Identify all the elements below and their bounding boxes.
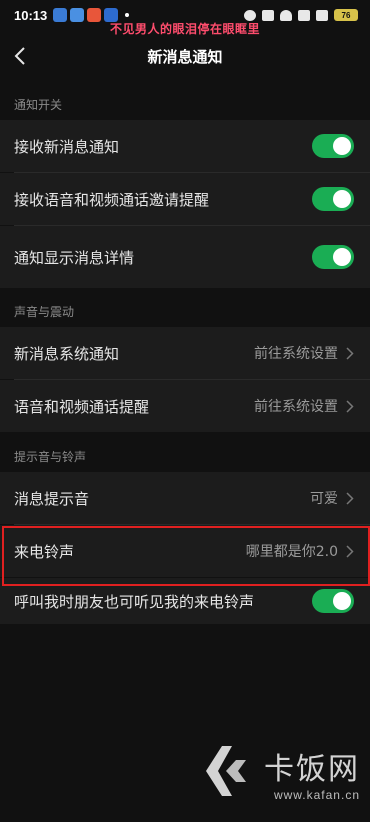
toggle-knob bbox=[333, 248, 351, 266]
overlay-caption: 不见男人的眼泪停在眼眶里 bbox=[109, 22, 260, 36]
watermark-url: www.kafan.cn bbox=[273, 788, 360, 802]
receive-new-message-toggle[interactable] bbox=[312, 134, 354, 158]
setting-row-new-message-system-notify[interactable]: 新消息系统通知 前往系统设置 bbox=[0, 327, 370, 379]
setting-value: 可爱 bbox=[310, 491, 338, 507]
more-notifications-dot-icon bbox=[125, 13, 130, 17]
setting-label: 通知显示消息详情 bbox=[14, 248, 135, 267]
watermark-brand: 卡饭网 bbox=[264, 752, 360, 787]
chevron-right-icon bbox=[346, 491, 354, 505]
setting-row-call-reminder[interactable]: 语音和视频通话提醒 前往系统设置 bbox=[0, 380, 370, 432]
kafan-logo-icon bbox=[202, 742, 258, 804]
friend-hear-ringtone-toggle[interactable] bbox=[312, 589, 354, 613]
setting-row-receive-new-message[interactable]: 接收新消息通知 bbox=[0, 120, 370, 172]
back-button[interactable] bbox=[8, 40, 32, 72]
setting-value: 哪里都是你2.0 bbox=[245, 544, 338, 560]
setting-row-call-invite-reminder[interactable]: 接收语音和视频通话邀请提醒 bbox=[0, 173, 370, 225]
wifi-icon bbox=[280, 9, 292, 21]
setting-label: 新消息系统通知 bbox=[14, 344, 120, 363]
setting-row-message-tone[interactable]: 消息提示音 可爱 bbox=[0, 472, 370, 524]
setting-row-ringtone[interactable]: 来电铃声 哪里都是你2.0 bbox=[0, 525, 370, 577]
chevron-right-icon bbox=[346, 544, 354, 558]
setting-label: 呼叫我时朋友也可听见我的来电铃声 bbox=[14, 592, 255, 611]
toggle-knob bbox=[333, 137, 351, 155]
silent-icon bbox=[262, 9, 274, 21]
setting-value: 前往系统设置 bbox=[254, 346, 338, 362]
setting-label: 接收语音和视频通话邀请提醒 bbox=[14, 190, 210, 209]
chevron-right-icon bbox=[346, 346, 354, 360]
call-invite-reminder-toggle[interactable] bbox=[312, 187, 354, 211]
signal-icon bbox=[298, 9, 310, 21]
show-message-detail-toggle[interactable] bbox=[312, 245, 354, 269]
section-header-sound-vibration: 声音与震动 bbox=[14, 304, 75, 319]
setting-label: 来电铃声 bbox=[14, 542, 75, 561]
nav-bar: 新消息通知 bbox=[0, 36, 370, 76]
chevron-left-icon bbox=[14, 47, 25, 65]
chevron-right-icon bbox=[346, 399, 354, 413]
watermark: 卡饭网 www.kafan.cn bbox=[202, 742, 360, 804]
page-title: 新消息通知 bbox=[147, 47, 223, 66]
setting-label: 语音和视频通话提醒 bbox=[14, 397, 150, 416]
section-header-notify-switch: 通知开关 bbox=[14, 97, 63, 112]
setting-row-friend-hear-ringtone[interactable]: 呼叫我时朋友也可听见我的来电铃声 bbox=[0, 578, 370, 624]
section-header-tones: 提示音与铃声 bbox=[14, 449, 87, 464]
alarm-icon bbox=[244, 9, 256, 21]
signal-icon bbox=[316, 9, 328, 21]
setting-row-show-message-detail[interactable]: 通知显示消息详情 bbox=[0, 226, 370, 288]
toggle-knob bbox=[333, 190, 351, 208]
setting-label: 接收新消息通知 bbox=[14, 137, 120, 156]
toggle-knob bbox=[333, 592, 351, 610]
setting-value: 前往系统设置 bbox=[254, 399, 338, 415]
setting-label: 消息提示音 bbox=[14, 489, 90, 508]
